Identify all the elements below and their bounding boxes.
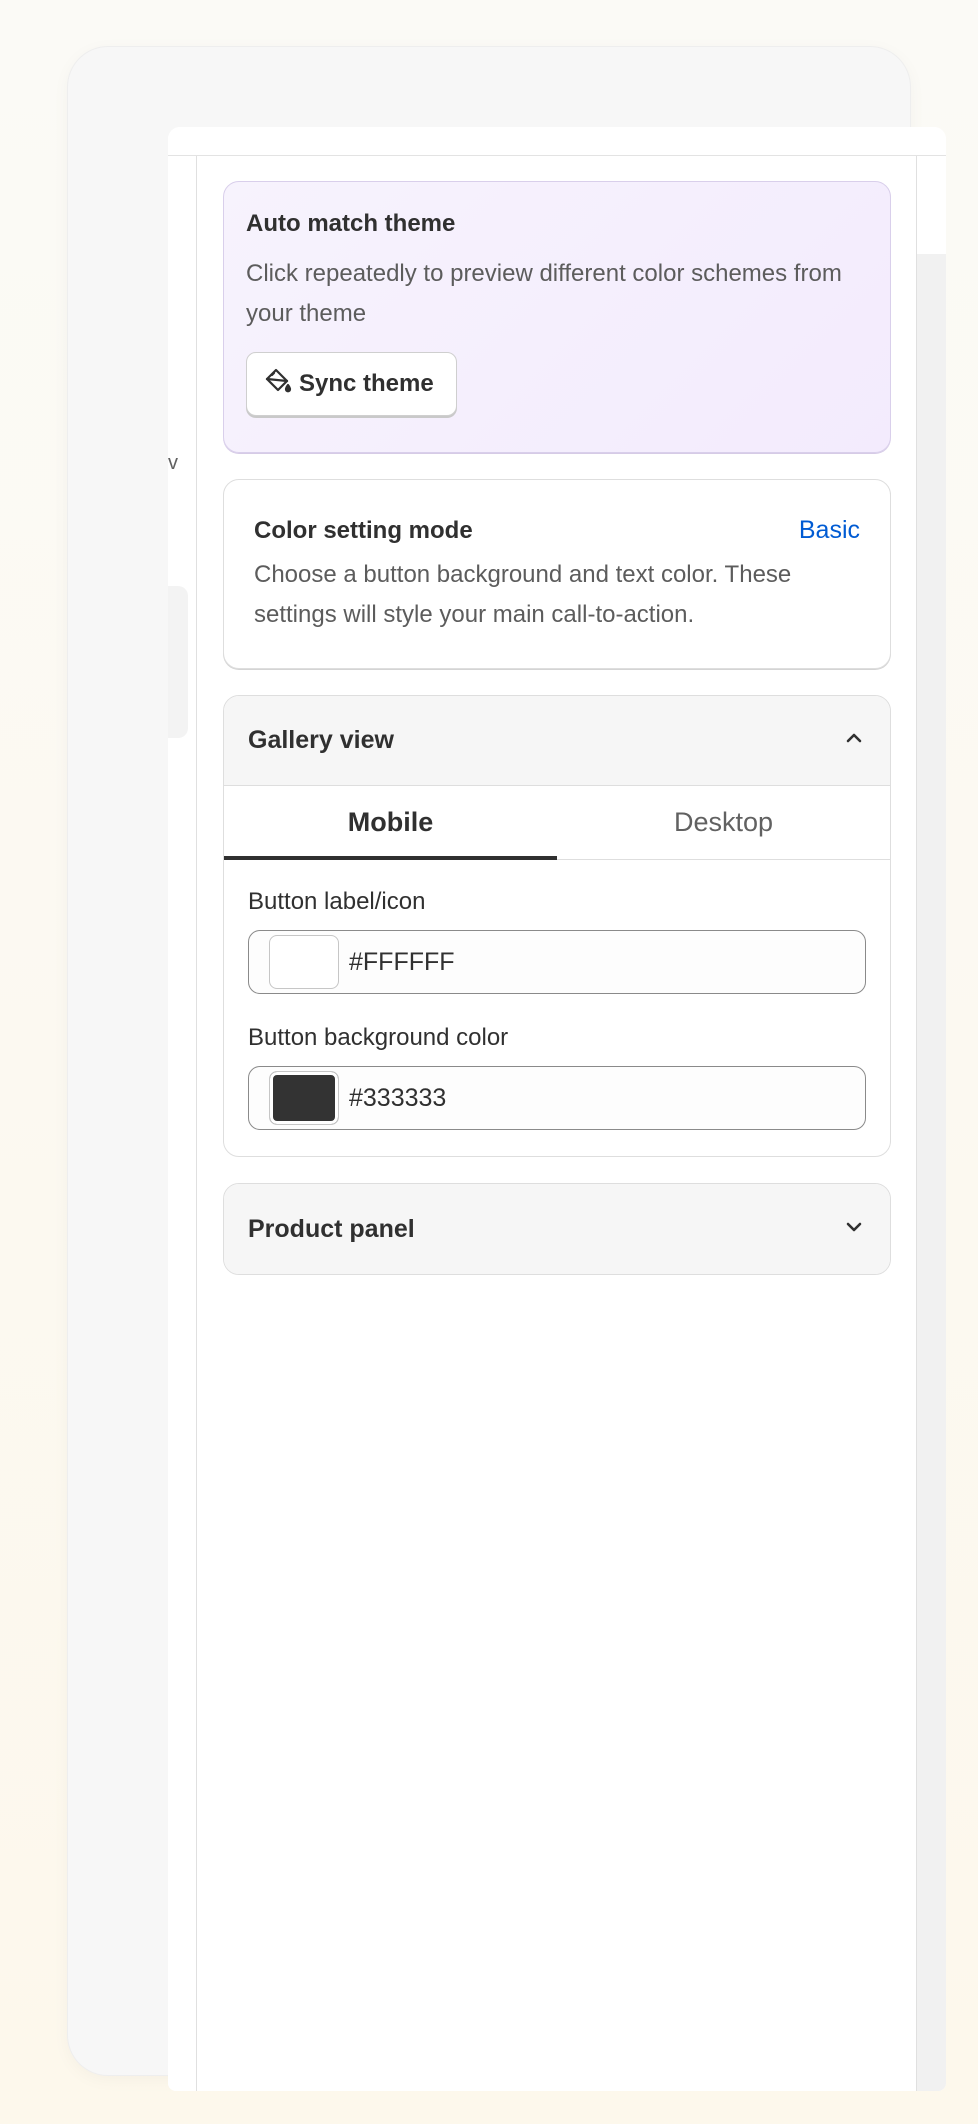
chevron-down-icon — [842, 1215, 866, 1244]
gallery-color-fields: Button label/icon #FFFFFF Button backgro… — [224, 860, 890, 1156]
chevron-up-icon — [842, 726, 866, 755]
tab-desktop[interactable]: Desktop — [557, 786, 890, 859]
product-panel-header[interactable]: Product panel — [224, 1184, 890, 1274]
color-swatch[interactable] — [269, 935, 339, 989]
auto-match-title: Auto match theme — [246, 210, 456, 237]
field-label: Button background color — [248, 1024, 509, 1051]
color-mode-basic-link[interactable]: Basic — [799, 516, 860, 545]
button-label-color-field: Button label/icon #FFFFFF — [248, 888, 866, 994]
tab-mobile[interactable]: Mobile — [224, 786, 557, 860]
sync-theme-label: Sync theme — [299, 370, 434, 397]
product-panel-title: Product panel — [248, 1214, 415, 1243]
auto-match-description: Click repeatedly to preview different co… — [246, 260, 842, 327]
gallery-view-title: Gallery view — [248, 726, 394, 754]
color-setting-mode-card: Color setting mode Basic Choose a button… — [223, 479, 891, 669]
gallery-view-header[interactable]: Gallery view — [224, 696, 890, 786]
device-frame: v n Auto match theme Click repeatedly to… — [68, 47, 946, 2091]
right-panel-edge — [916, 156, 946, 2091]
device-tabs: Mobile Desktop — [224, 786, 890, 860]
app-screen: v n Auto match theme Click repeatedly to… — [168, 127, 946, 2091]
sync-theme-button[interactable]: Sync theme — [246, 352, 457, 416]
color-swatch[interactable] — [269, 1071, 339, 1125]
left-panel-fragment: v — [168, 452, 178, 474]
color-mode-description: Choose a button background and text colo… — [254, 561, 792, 628]
scrollbar-track[interactable] — [917, 254, 946, 2091]
button-label-color-input[interactable]: #FFFFFF — [248, 930, 866, 994]
paint-bucket-icon — [263, 366, 293, 403]
product-panel-section: Product panel — [223, 1183, 891, 1275]
top-bar — [168, 127, 946, 156]
left-panel-edge: v n — [168, 156, 197, 2091]
gallery-view-section: Gallery view Mobile Desktop Button label… — [223, 695, 891, 1157]
color-value: #FFFFFF — [349, 947, 455, 976]
left-panel-selected-item[interactable] — [168, 586, 188, 738]
auto-match-theme-card: Auto match theme Click repeatedly to pre… — [223, 181, 891, 453]
field-label: Button label/icon — [248, 888, 426, 915]
color-mode-title: Color setting mode — [254, 516, 473, 544]
button-background-color-input[interactable]: #333333 — [248, 1066, 866, 1130]
button-background-color-field: Button background color #333333 — [248, 1024, 866, 1130]
settings-panel: Auto match theme Click repeatedly to pre… — [223, 181, 891, 1301]
color-value: #333333 — [349, 1083, 447, 1112]
